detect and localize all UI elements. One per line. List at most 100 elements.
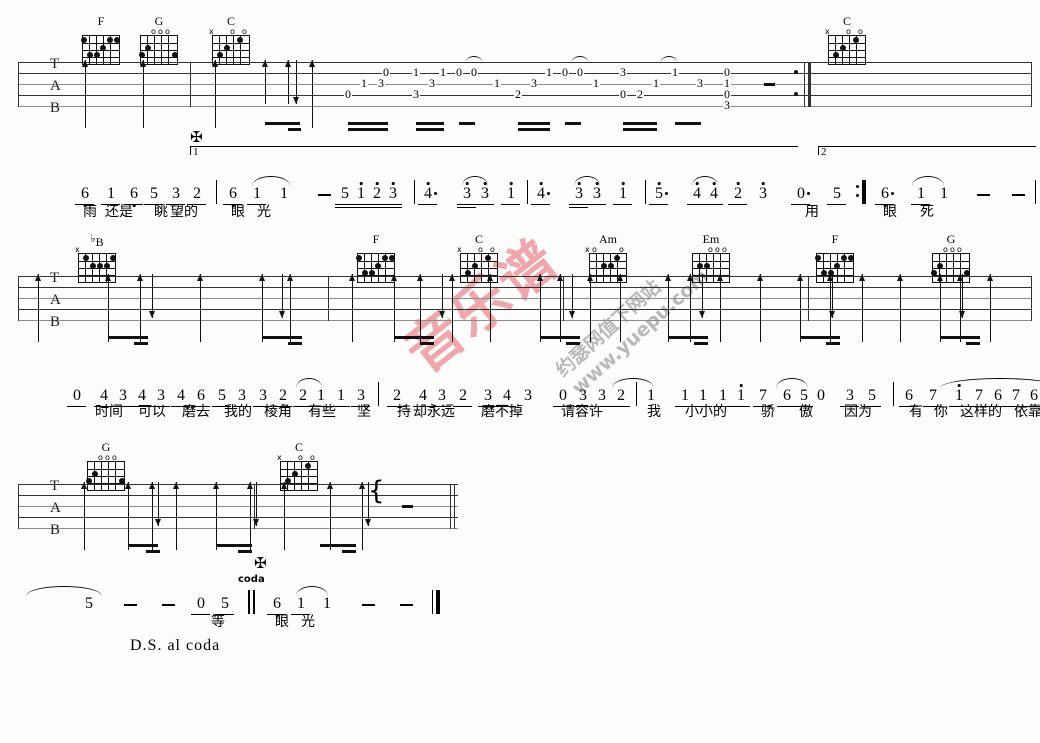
note-stem (560, 280, 561, 342)
lyric-text: 骄 (761, 405, 775, 420)
strum-down-arrow (365, 482, 371, 526)
note-beam (826, 342, 840, 345)
lyric-text: 你 (934, 405, 948, 420)
tab-fret-number: 0 (344, 87, 352, 101)
jianpu-note: 5 (150, 185, 158, 202)
segno-sign-2: ✠ (254, 554, 267, 572)
chord-diagram-C-2[interactable]: C xoo (824, 15, 870, 65)
duration-dash (124, 604, 137, 606)
jianpu-note: 4 (419, 387, 427, 404)
chord-marks (78, 28, 124, 35)
measure-barline (893, 382, 894, 406)
jianpu-note: 6 (128, 186, 140, 207)
strum-down-arrow (155, 482, 161, 526)
octave-dot-high (375, 182, 379, 185)
beam-underline (418, 204, 437, 206)
chord-diagram-F[interactable]: F (78, 15, 124, 65)
beam-underline (569, 207, 588, 209)
note-stem (900, 280, 901, 342)
lyric-text: 请容许 (561, 405, 603, 420)
jianpu-note: 7 (975, 387, 983, 404)
chord-diagram-C[interactable]: C xoo (208, 15, 254, 65)
vibrato-squiggle: { (368, 476, 385, 506)
note-beam (146, 550, 160, 553)
note-stem (540, 280, 541, 342)
jianpu-note: 3 (438, 387, 446, 404)
tab-fret-number: 1 (545, 65, 553, 79)
measure-barline (1035, 180, 1036, 204)
jianpu-note: 6 (783, 387, 791, 404)
tab-fret-number: 1 (652, 76, 660, 90)
chord-marks: ooo (943, 245, 962, 254)
jianpu-note: 5 (218, 387, 226, 404)
note-beam (342, 550, 356, 553)
jianpu-note: 3 (524, 387, 532, 404)
jianpu-note: 4 (503, 387, 511, 404)
slur (462, 176, 488, 186)
jianpu-note: 6 (227, 186, 239, 207)
tab-fret-number: 1 (671, 65, 679, 79)
jianpu-note: 3 (846, 387, 854, 404)
note-stem (362, 488, 363, 550)
chord-diagram-G[interactable]: G ooo (136, 15, 182, 65)
strum-down-arrow (829, 274, 835, 318)
beam-underline (501, 204, 520, 206)
jianpu-note: 6 (1030, 387, 1038, 404)
lyric-text: 有些 (308, 405, 336, 420)
note-stem (590, 280, 591, 342)
jianpu-note: 6 (271, 596, 283, 617)
jianpu-note: 2 (393, 387, 401, 404)
lyric-text: 眼 (883, 205, 897, 220)
tab-fret-number: 0 (382, 65, 390, 79)
volta-number: 1 (193, 146, 199, 158)
lyric-text: 坚 (357, 405, 371, 420)
note-beam (288, 342, 302, 345)
duration-dash (1012, 194, 1025, 196)
note-stem (84, 488, 85, 550)
tab-letter-A: A (50, 78, 61, 94)
jianpu-note: 2 (732, 182, 744, 202)
octave-dot-high (761, 182, 765, 185)
lyric-text: 这样的 (960, 405, 1002, 420)
ds-al-coda-text: D.S. al coda (130, 637, 221, 654)
jianpu-note: 0 (197, 595, 205, 612)
note-stem (800, 280, 801, 342)
note-beam (238, 550, 252, 553)
slur (612, 378, 654, 388)
jianpu-note: 3 (157, 387, 165, 404)
note-stem (176, 488, 177, 550)
tab-staff-1: T A B (18, 57, 1032, 116)
jianpu-note: 1 (647, 387, 655, 404)
jianpu-note: 1 (940, 185, 948, 202)
beam-underline (191, 614, 210, 616)
jianpu-note: 3 (357, 387, 365, 404)
note-stem (394, 280, 395, 342)
strum-down-arrow (959, 274, 965, 318)
jianpu-note: 3 (119, 387, 127, 404)
coda-label: coda (238, 574, 265, 585)
note-stem (216, 488, 217, 550)
jianpu-note: 7 (759, 387, 767, 404)
tab-letter-T: T (50, 56, 60, 72)
jianpu-note: 6 (879, 186, 894, 207)
note-beam (668, 336, 708, 339)
chord-marks (812, 246, 858, 253)
chord-name: F (372, 232, 380, 246)
jianpu-note: 0 (559, 387, 567, 404)
note-beam (262, 336, 302, 339)
chord-marks: ooo (98, 453, 117, 462)
jianpu-note: 1 (953, 384, 965, 404)
note-beam (108, 336, 148, 339)
duration-dash (362, 604, 375, 606)
sheet-music-page: 音乐谱 约瑟网值下网站 www.yuepu.com F G o o o C x … (0, 0, 1040, 743)
lyric-text: 可以 (138, 405, 166, 420)
tab-letter-T: T (50, 270, 60, 286)
jianpu-note: 1 (719, 387, 727, 404)
jianpu-note: 3 (172, 185, 180, 202)
lyric-text: 光 (257, 205, 271, 220)
measure-barline (414, 180, 415, 204)
note-stem (760, 280, 761, 342)
jianpu-note: 7 (929, 387, 937, 404)
tab-fret-number: 3 (723, 98, 731, 112)
note-beam (320, 544, 356, 547)
